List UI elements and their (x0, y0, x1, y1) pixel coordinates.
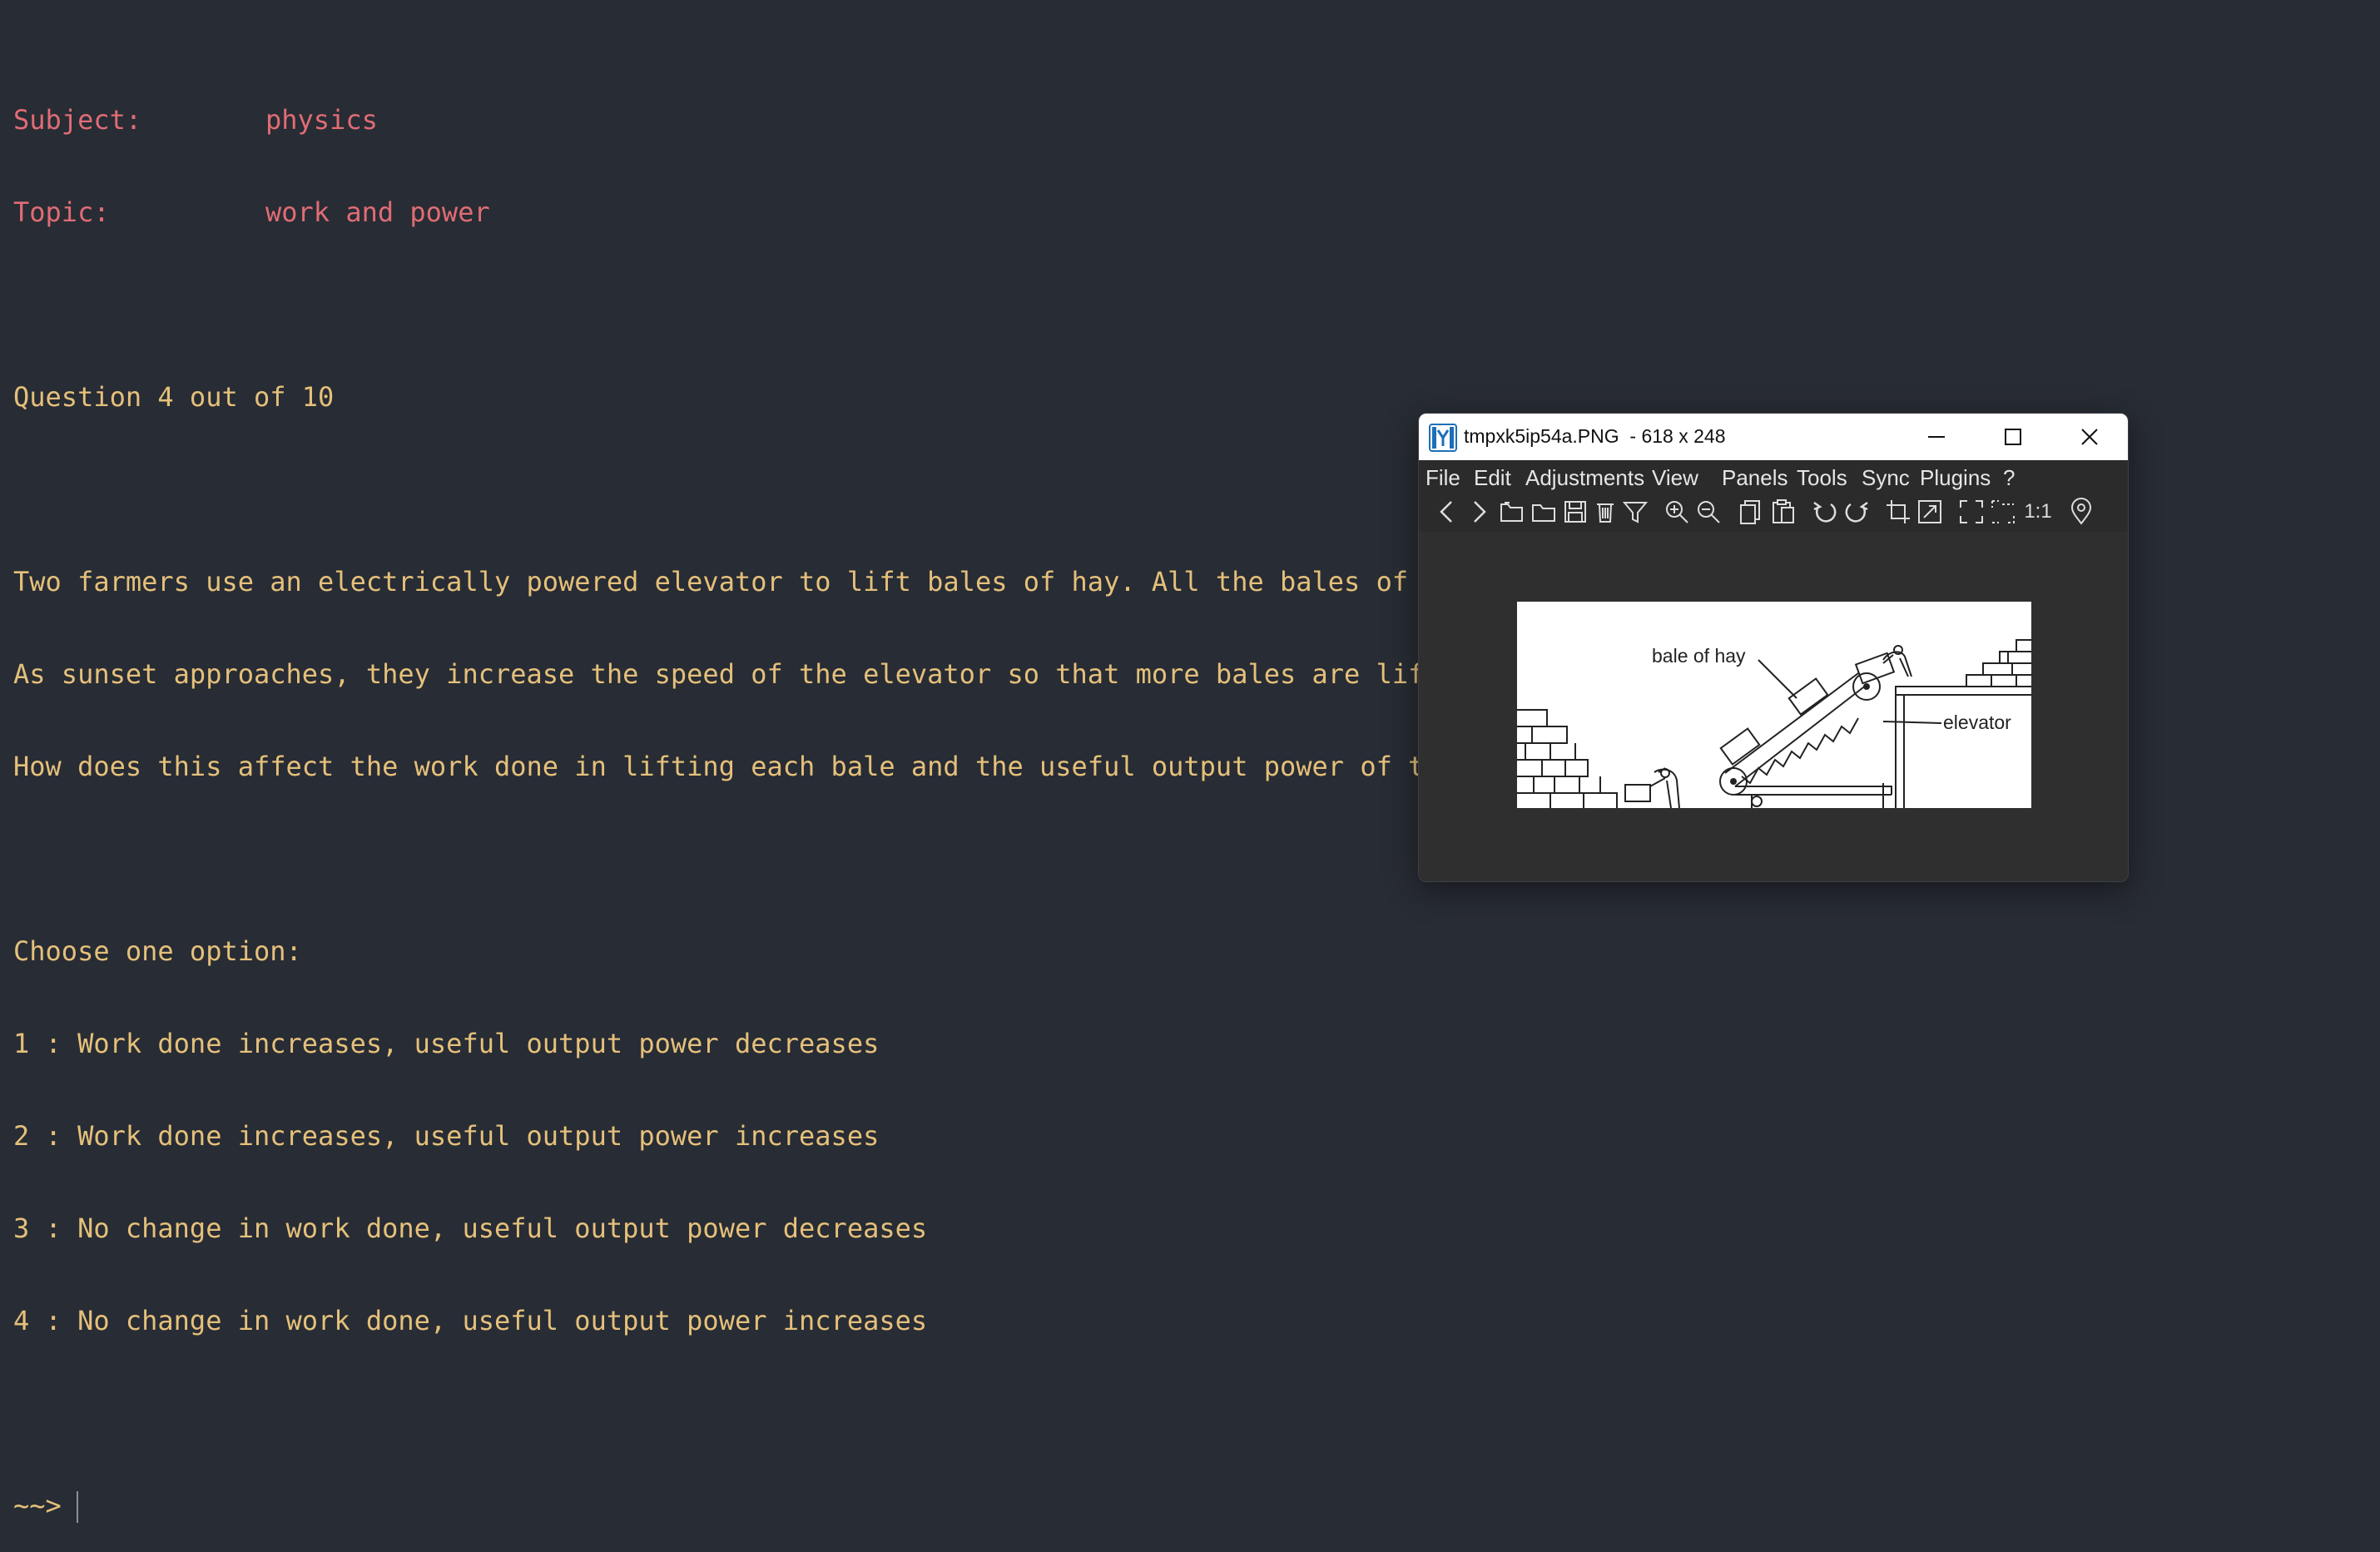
rotate-right-icon (1845, 501, 1868, 523)
open-button[interactable] (1497, 497, 1527, 527)
menu-bar: File Edit Adjustments View Panels Tools … (1419, 460, 2128, 493)
zoom-in-button[interactable] (1662, 497, 1692, 527)
app-icon (1429, 424, 1457, 452)
menu-panels[interactable]: Panels (1722, 465, 1788, 491)
subject-value: physics (265, 104, 378, 136)
text-cursor[interactable] (76, 1491, 78, 1523)
menu-edit[interactable]: Edit (1474, 465, 1511, 491)
paste-icon (1773, 499, 1794, 523)
input-line[interactable]: ~~> (13, 1490, 1844, 1523)
browse-folder-icon (1532, 504, 1555, 522)
filter-icon (1622, 502, 1649, 523)
rotate-left-button[interactable] (1810, 497, 1840, 527)
save-button[interactable] (1560, 497, 1590, 527)
close-icon (2081, 429, 2098, 445)
zoom-out-button[interactable] (1693, 497, 1723, 527)
topic-value: work and power (265, 196, 490, 228)
fullscreen-button[interactable] (1988, 497, 2018, 527)
image-canvas[interactable]: bale of hay elevator (1419, 532, 2128, 881)
subject-line: Subject: physics (13, 105, 1844, 136)
subject-label: Subject: (13, 104, 142, 136)
menu-help[interactable]: ? (2003, 465, 2015, 491)
hay-elevator-diagram (1517, 639, 2031, 808)
actual-size-icon: 1:1 (2024, 500, 2052, 523)
copy-icon (1740, 500, 1760, 524)
open-folder-icon (1500, 502, 1523, 522)
menu-view[interactable]: View (1652, 465, 1698, 491)
topic-label: Topic: (13, 196, 110, 228)
delete-icon (1597, 503, 1614, 523)
question-counter: Question 4 out of 10 (13, 381, 335, 413)
minimize-button[interactable] (1898, 414, 1975, 460)
minimize-icon (1928, 436, 1945, 438)
menu-adjustments[interactable]: Adjustments (1525, 465, 1644, 491)
window-title: tmpxk5ip54a.PNG - 618 x 248 (1464, 425, 1726, 447)
fullscreen-icon (1991, 500, 2015, 523)
save-icon (1564, 501, 1586, 523)
topic-line: Topic: work and power (13, 197, 1844, 228)
zoom-out-icon (1698, 501, 1720, 523)
crop-icon (1887, 500, 1910, 523)
next-button[interactable] (1464, 497, 1494, 527)
option-3: 3 : No change in work done, useful outpu… (13, 1212, 928, 1244)
copy-button[interactable] (1735, 497, 1765, 527)
menu-sync[interactable]: Sync (1862, 465, 1910, 491)
choose-prompt: Choose one option: (13, 935, 302, 967)
hay-elevator-image: bale of hay elevator (1517, 602, 2031, 808)
menu-plugins[interactable]: Plugins (1920, 465, 1991, 491)
label-elevator: elevator (1943, 712, 2011, 733)
location-pin-icon (2070, 498, 2092, 525)
fit-screen-button[interactable] (1956, 497, 1986, 527)
location-button[interactable] (2066, 497, 2096, 527)
label-bale-of-hay: bale of hay (1652, 645, 1746, 667)
menu-file[interactable]: File (1426, 465, 1460, 491)
option-1: 1 : Work done increases, useful output p… (13, 1028, 880, 1059)
menu-tools[interactable]: Tools (1797, 465, 1847, 491)
toolbar: 1:1 (1419, 493, 2128, 532)
prev-button[interactable] (1432, 497, 1462, 527)
crop-button[interactable] (1883, 497, 1913, 527)
prev-icon (1440, 501, 1452, 523)
browse-button[interactable] (1529, 497, 1559, 527)
prompt-symbol: ~~> (13, 1490, 62, 1521)
close-button[interactable] (2051, 414, 2128, 460)
resize-icon (1918, 500, 1941, 523)
option-2: 2 : Work done increases, useful output p… (13, 1120, 880, 1152)
option-4: 4 : No change in work done, useful outpu… (13, 1305, 928, 1336)
maximize-button[interactable] (1975, 414, 2051, 460)
filter-button[interactable] (1620, 497, 1650, 527)
image-viewer-window[interactable]: tmpxk5ip54a.PNG - 618 x 248 File Edit Ad… (1418, 413, 2129, 882)
resize-button[interactable] (1915, 497, 1945, 527)
fit-screen-icon (1960, 500, 1983, 523)
rotate-left-icon (1813, 501, 1837, 523)
maximize-icon (2005, 429, 2021, 445)
rotate-right-button[interactable] (1842, 497, 1872, 527)
delete-button[interactable] (1590, 497, 1620, 527)
zoom-in-icon (1666, 501, 1688, 523)
next-icon (1474, 501, 1486, 523)
paste-button[interactable] (1768, 497, 1798, 527)
actual-size-button[interactable]: 1:1 (2020, 497, 2056, 527)
title-bar[interactable]: tmpxk5ip54a.PNG - 618 x 248 (1419, 414, 2128, 460)
